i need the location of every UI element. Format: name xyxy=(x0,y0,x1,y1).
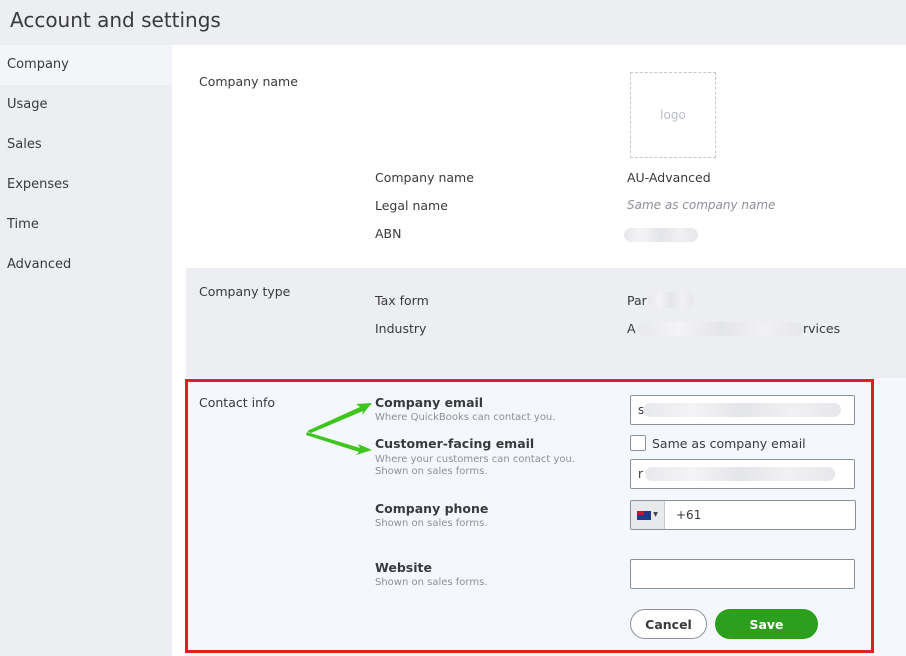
company-email-help: Where QuickBooks can contact you. xyxy=(375,412,556,423)
website-input[interactable] xyxy=(630,559,855,589)
sidebar-item-advanced[interactable]: Advanced xyxy=(0,245,172,285)
sidebar-item-expenses[interactable]: Expenses xyxy=(0,165,172,205)
company-name-value: AU-Advanced xyxy=(627,170,711,185)
company-email-title: Company email xyxy=(375,395,484,410)
sidebar-item-company[interactable]: Company xyxy=(0,45,172,85)
industry-label: Industry xyxy=(375,321,427,336)
sidebar-item-time[interactable]: Time xyxy=(0,205,172,245)
company-phone-help: Shown on sales forms. xyxy=(375,518,488,529)
website-help: Shown on sales forms. xyxy=(375,577,488,588)
country-code-selector[interactable]: ▼ xyxy=(631,501,665,529)
tax-form-value: Par xyxy=(627,293,647,308)
contact-info-section: Contact info Company email Where QuickBo… xyxy=(186,378,906,656)
company-type-section[interactable]: Company type Tax form Par Industry A rvi… xyxy=(186,268,906,378)
sidebar-item-usage[interactable]: Usage xyxy=(0,85,172,125)
customer-email-value: r xyxy=(638,467,643,481)
section-title-company-type: Company type xyxy=(199,284,291,299)
sidebar-item-sales[interactable]: Sales xyxy=(0,125,172,165)
legal-name-label: Legal name xyxy=(375,198,448,213)
logo-upload[interactable]: logo xyxy=(630,72,716,158)
company-email-input[interactable]: s xyxy=(630,395,855,425)
customer-email-help: Where your customers can contact you. Sh… xyxy=(375,454,576,477)
company-name-section[interactable]: Company name logo Company name AU-Advanc… xyxy=(186,45,906,268)
cancel-button[interactable]: Cancel xyxy=(630,609,707,639)
same-as-company-email-label: Same as company email xyxy=(652,436,806,451)
company-name-label: Company name xyxy=(375,170,474,185)
company-phone-value: +61 xyxy=(676,508,702,522)
industry-value-start: A xyxy=(627,321,636,336)
customer-email-redacted xyxy=(645,467,835,481)
settings-sidebar: Company Usage Sales Expenses Time Advanc… xyxy=(0,45,172,656)
legal-name-value: Same as company name xyxy=(627,198,776,212)
abn-value-redacted xyxy=(624,228,698,242)
save-button[interactable]: Save xyxy=(715,609,818,639)
website-title: Website xyxy=(375,560,432,575)
same-as-company-email-checkbox[interactable] xyxy=(630,435,646,451)
settings-content: Company name logo Company name AU-Advanc… xyxy=(172,45,906,656)
section-title-company-name: Company name xyxy=(199,74,298,89)
industry-redacted xyxy=(638,322,804,336)
company-phone-input[interactable]: ▼ +61 xyxy=(630,500,856,530)
customer-email-input[interactable]: r xyxy=(630,459,855,489)
chevron-down-icon: ▼ xyxy=(653,511,658,518)
abn-label: ABN xyxy=(375,226,402,241)
tax-form-label: Tax form xyxy=(375,293,429,308)
section-title-contact-info: Contact info xyxy=(199,395,276,410)
australia-flag-icon xyxy=(637,510,652,520)
company-email-redacted xyxy=(643,403,841,417)
logo-placeholder: logo xyxy=(660,108,686,122)
customer-email-title: Customer-facing email xyxy=(375,436,535,451)
company-phone-title: Company phone xyxy=(375,501,489,516)
industry-value-end: rvices xyxy=(803,321,841,336)
tax-form-redacted xyxy=(648,292,694,308)
page-title: Account and settings xyxy=(10,8,221,32)
